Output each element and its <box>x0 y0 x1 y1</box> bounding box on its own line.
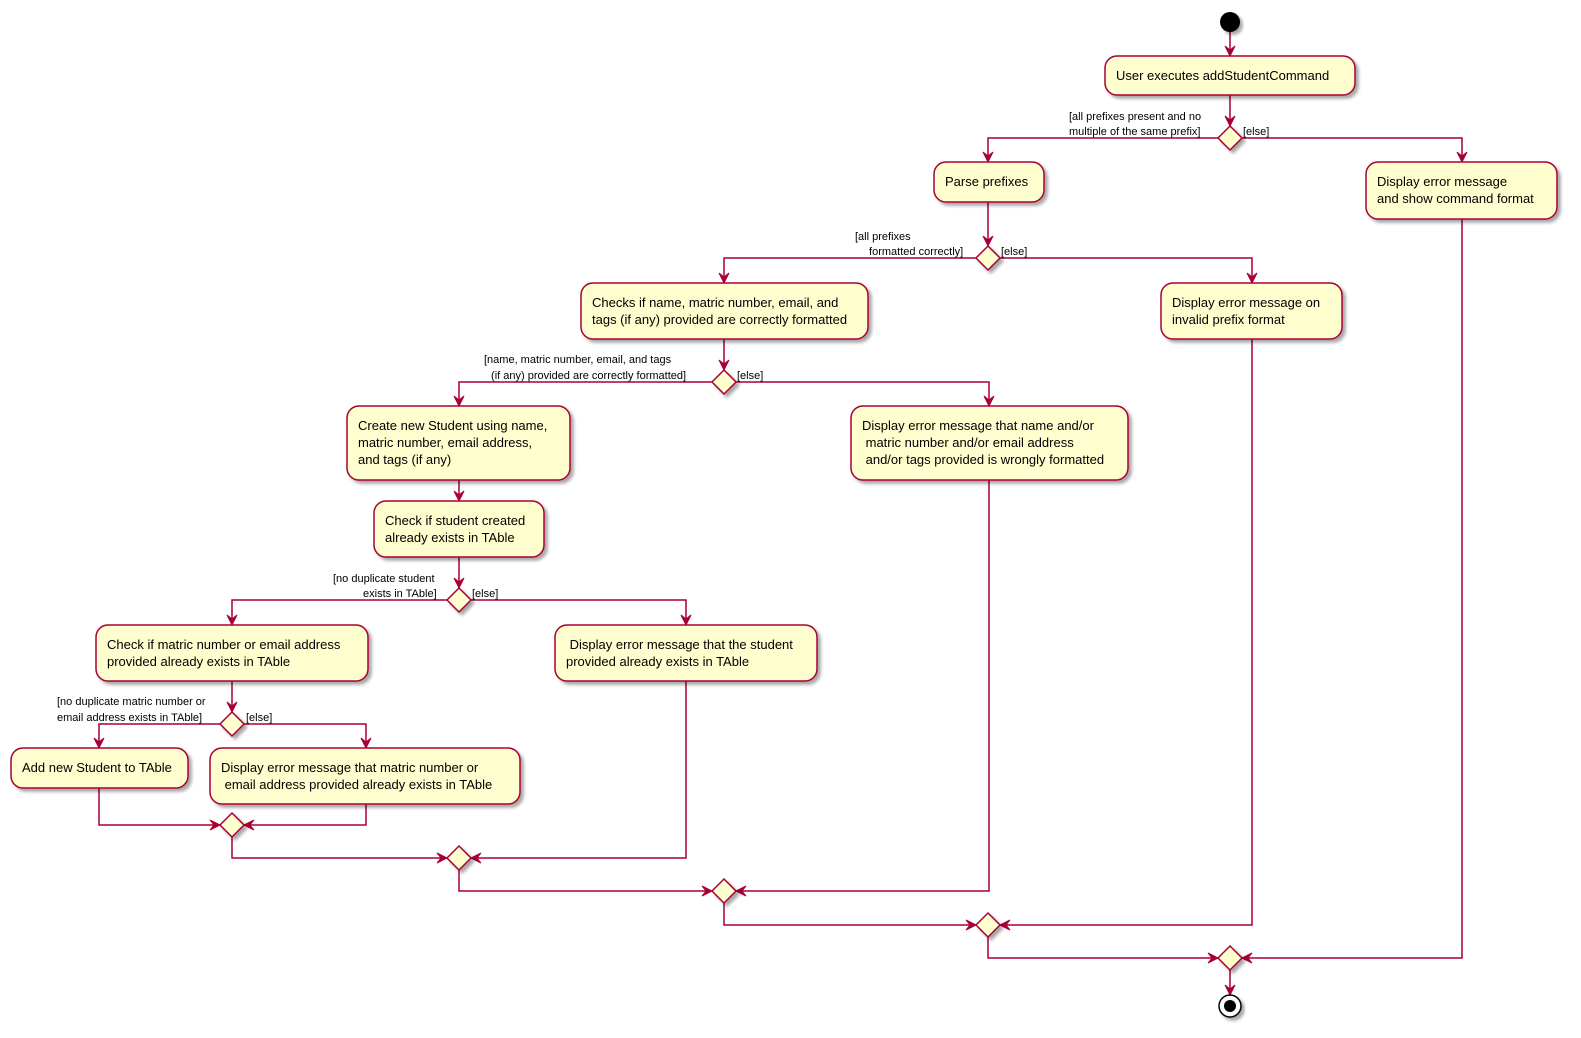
flow-arrow <box>1224 970 1236 997</box>
guard-label: [else] <box>246 712 272 724</box>
activity-label: provided already exists in TAble <box>107 654 290 669</box>
flow-arrow <box>226 599 447 627</box>
activity-a11: Add new Student to TAble <box>10 747 189 789</box>
decision-d1 <box>1216 124 1244 152</box>
flow-arrow <box>987 937 1220 964</box>
flow-arrow <box>718 339 730 372</box>
activity-label: matric number and/or email address <box>862 435 1074 450</box>
flow-arrow <box>458 870 714 897</box>
flow-arrow <box>242 804 367 831</box>
flow-arrow <box>1224 95 1236 128</box>
flow-arrow <box>734 480 990 897</box>
guard-label: [no duplicate matric number or <box>57 696 206 708</box>
flow-arrow <box>982 137 1218 164</box>
activity-label: Checks if name, matric number, email, an… <box>592 295 838 310</box>
activity-a4: Checks if name, matric number, email, an… <box>580 282 869 340</box>
activity-label: provided already exists in TAble <box>566 654 749 669</box>
activity-label: tags (if any) provided are correctly for… <box>592 312 847 327</box>
guard-label: [else] <box>737 370 763 382</box>
activity-label: Display error message on <box>1172 295 1320 310</box>
flow-arrow <box>982 202 994 248</box>
merge-m3 <box>710 877 738 905</box>
flow-arrow <box>1224 32 1236 58</box>
activity-label: Display error message <box>1377 174 1507 189</box>
activity-label: invalid prefix format <box>1172 312 1285 327</box>
activity-label: Display error message that the student <box>566 637 793 652</box>
nodes: User executes addStudentCommand Parse pre… <box>10 12 1558 1018</box>
guard-label: formatted correctly] <box>866 246 963 258</box>
flow-arrow <box>226 681 238 714</box>
guard-label: [no duplicate student <box>333 573 435 585</box>
activity-label: already exists in TAble <box>385 530 515 545</box>
flow-arrow <box>98 788 222 831</box>
start-node <box>1220 12 1240 32</box>
activity-a1: User executes addStudentCommand <box>1104 55 1356 96</box>
guard-label: [all prefixes present and no <box>1069 111 1201 123</box>
activity-box <box>554 624 818 682</box>
activity-label: and show command format <box>1377 191 1534 206</box>
flow-arrow <box>736 381 995 408</box>
merge-m2 <box>445 844 473 872</box>
activity-label: Check if matric number or email address <box>107 637 341 652</box>
edges <box>93 32 1468 997</box>
guard-label: [else] <box>472 588 498 600</box>
activity-label: and/or tags provided is wrongly formatte… <box>862 452 1104 467</box>
activity-a5: Display error message on invalid prefix f… <box>1160 282 1343 340</box>
activity-label: User executes addStudentCommand <box>1116 68 1329 83</box>
flow-arrow <box>453 480 465 503</box>
decision-d3 <box>710 368 738 396</box>
decision-d2 <box>974 244 1002 272</box>
activity-label: Check if student created <box>385 513 525 528</box>
guard-label: multiple of the same prefix] <box>1069 126 1200 138</box>
decision-d5 <box>218 710 246 738</box>
flow-arrow <box>471 599 692 627</box>
flow-arrow <box>1242 137 1468 164</box>
activity-a8: Check if student created already exists i… <box>373 500 545 558</box>
guard-label: [all prefixes <box>855 231 911 243</box>
guard-label: [else] <box>1001 246 1027 258</box>
activity-box <box>209 747 521 805</box>
activity-label: Create new Student using name, <box>358 418 547 433</box>
flow-arrow <box>723 903 978 931</box>
guard-label: [name, matric number, email, and tags <box>484 354 672 366</box>
merge-m4 <box>974 911 1002 939</box>
activity-label: matric number, email address, <box>358 435 532 450</box>
flow-arrow <box>453 557 465 590</box>
merge-m1 <box>218 811 246 839</box>
flow-arrow <box>231 837 449 864</box>
guard-label: email address exists in TAble] <box>57 712 202 724</box>
flow-arrow <box>718 257 976 285</box>
activity-a2: Parse prefixes <box>933 161 1045 203</box>
activity-box <box>95 624 369 682</box>
merge-m5 <box>1216 944 1244 972</box>
activity-label: Add new Student to TAble <box>22 760 172 775</box>
activity-box <box>373 500 545 558</box>
end-node <box>1218 994 1242 1018</box>
activity-label: email address provided already exists in… <box>221 777 492 792</box>
flow-arrow <box>1000 257 1258 285</box>
activity-a7: Display error message that name and/or m… <box>850 405 1129 481</box>
activity-a10: Display error message that the student pr… <box>554 624 818 682</box>
activity-a3: Display error message and show command fo… <box>1365 161 1558 220</box>
activity-a9: Check if matric number or email address p… <box>95 624 369 682</box>
activity-label: Display error message that matric number… <box>221 760 479 775</box>
activity-a12: Display error message that matric number… <box>209 747 521 805</box>
decision-d4 <box>445 586 473 614</box>
activity-box <box>580 282 869 340</box>
activity-diagram: User executes addStudentCommand Parse pre… <box>10 12 1558 1018</box>
guard-label: (if any) provided are correctly formatte… <box>488 370 686 382</box>
activity-label: and tags (if any) <box>358 452 451 467</box>
guard-label: exists in TAble] <box>360 588 437 600</box>
guard-label: [else] <box>1243 126 1269 138</box>
activity-label: Parse prefixes <box>945 174 1029 189</box>
activity-label: Display error message that name and/or <box>862 418 1095 433</box>
flow-arrow <box>93 723 220 750</box>
flow-arrow <box>244 723 372 750</box>
activity-box <box>1160 282 1343 340</box>
flow-arrow <box>453 381 712 408</box>
activity-a6: Create new Student using name, matric num… <box>346 405 571 481</box>
